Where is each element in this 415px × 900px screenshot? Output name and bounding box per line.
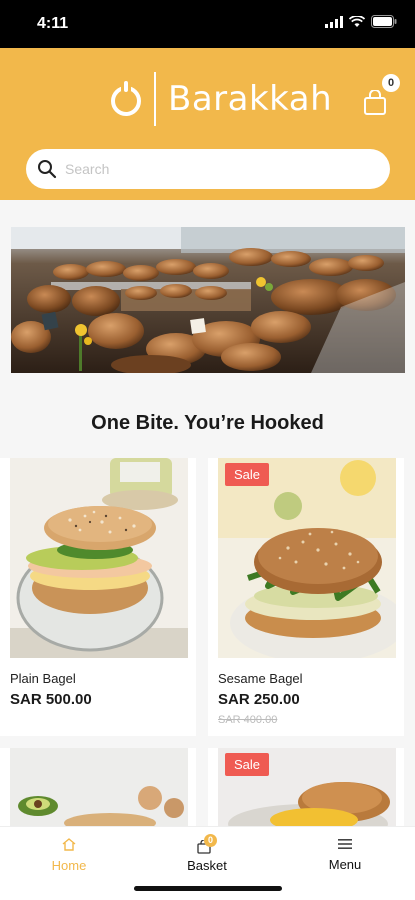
product-old-price: SAR 400.00 (218, 714, 278, 726)
product-name[interactable]: Plain Bagel (10, 671, 76, 686)
bagel-avocado-illustration (10, 748, 188, 828)
nav-home-label: Home (51, 858, 87, 873)
signal-icon (325, 15, 343, 28)
product-price: SAR 500.00 (10, 691, 92, 708)
product-image[interactable]: Sale (218, 748, 396, 828)
wifi-icon (349, 15, 365, 27)
logo-divider (154, 72, 156, 126)
search-icon (38, 160, 57, 179)
header: Barakkah 0 (0, 48, 415, 200)
plain-bagel-illustration (10, 458, 188, 658)
nav-basket[interactable]: 0 Basket (157, 834, 257, 873)
menu-icon (338, 839, 352, 849)
home-icon (62, 838, 76, 851)
shopping-bag-icon (364, 90, 386, 115)
product-price: SAR 250.00 (218, 691, 300, 708)
app-screen: 4:11 Barakkah 0 Search One Bite. You’re … (0, 0, 415, 900)
sale-badge: Sale (225, 463, 270, 486)
product-image[interactable]: Sale (218, 458, 396, 658)
status-bar: 4:11 (0, 0, 415, 48)
brand-name: Barakkah (168, 79, 333, 119)
product-card[interactable]: Sale Sesame Bagel SAR 250.00 SAR 400.00 (208, 458, 404, 736)
nav-basket-label: Basket (187, 858, 227, 873)
bakery-display-illustration (11, 227, 405, 373)
product-image[interactable] (10, 748, 188, 828)
home-indicator (134, 886, 282, 891)
search-bar[interactable] (26, 149, 390, 189)
bag-count-badge: 0 (382, 74, 400, 92)
product-image[interactable] (10, 458, 188, 658)
status-icons (325, 15, 397, 28)
nav-menu-label: Menu (328, 857, 362, 872)
nav-home[interactable]: Home (19, 837, 119, 873)
product-card[interactable] (0, 748, 196, 828)
hero-bakery-image (11, 227, 405, 373)
battery-icon (371, 15, 397, 28)
sale-badge: Sale (225, 753, 270, 776)
search-input[interactable] (65, 161, 365, 177)
product-name[interactable]: Sesame Bagel (218, 671, 303, 686)
section-title: One Bite. You’re Hooked (91, 412, 324, 434)
nav-menu[interactable]: Menu (295, 837, 395, 872)
sesame-bagel-illustration (218, 458, 396, 658)
basket-count-badge: 0 (204, 834, 217, 847)
brand-logo[interactable]: Barakkah (108, 72, 332, 126)
product-card[interactable]: Plain Bagel SAR 500.00 (0, 458, 196, 736)
power-ring-icon (111, 81, 141, 116)
status-time: 4:11 (37, 15, 69, 32)
product-card[interactable]: Sale (208, 748, 404, 828)
